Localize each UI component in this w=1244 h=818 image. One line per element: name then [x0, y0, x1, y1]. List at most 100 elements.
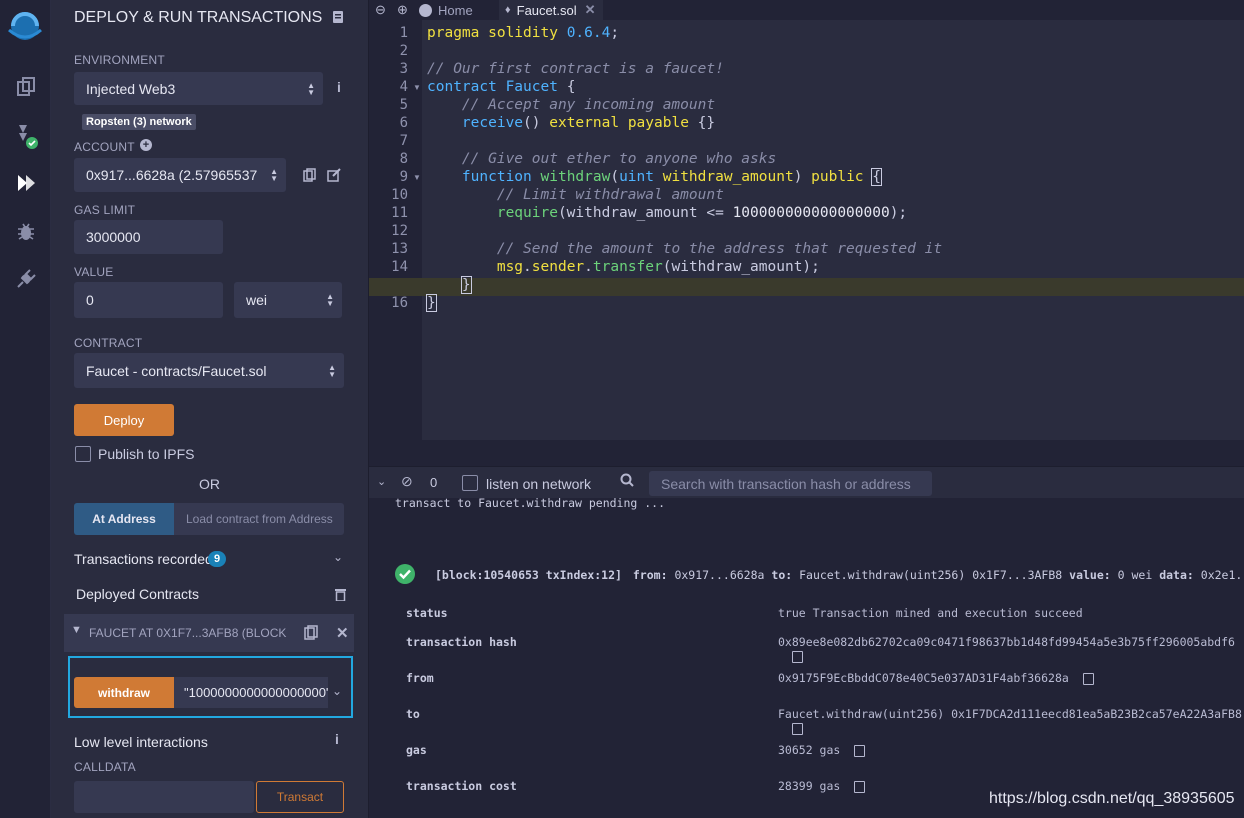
- plugin-manager-icon[interactable]: [13, 266, 39, 292]
- code-editor[interactable]: 12345678910111213141516 ▼ ▼ pragma solid…: [369, 20, 1244, 440]
- close-tab-icon[interactable]: ✕: [585, 2, 596, 18]
- line-number: 16: [391, 295, 408, 311]
- account-label: ACCOUNT: [74, 140, 135, 154]
- line-number: 14: [391, 259, 408, 275]
- fold-icon[interactable]: ▼: [413, 83, 421, 92]
- summary-from: 0x917...6628a: [674, 568, 765, 582]
- value-amount: 0: [86, 292, 94, 308]
- solidity-compiler-icon[interactable]: [13, 122, 39, 149]
- transaction-summary[interactable]: [block:10540653 txIndex:12] from: 0x917.…: [435, 568, 1244, 582]
- zoom-out-icon[interactable]: ⊖: [375, 2, 386, 18]
- copy-icon[interactable]: [792, 650, 803, 663]
- publish-ipfs-label: Publish to IPFS: [98, 446, 195, 462]
- environment-select[interactable]: Injected Web3 ▲ ▼: [74, 72, 323, 105]
- gas-limit-input[interactable]: 3000000: [74, 220, 223, 254]
- search-placeholder: Search with transaction hash or address: [661, 475, 911, 492]
- from-value: 0x9175F9EcBbddC078e40C5e037AD31F4abf3662…: [778, 671, 1069, 685]
- copy-address-icon[interactable]: [304, 625, 318, 644]
- select-arrows-icon: ▲ ▼: [328, 362, 336, 379]
- debugger-icon[interactable]: [13, 218, 39, 244]
- zoom-in-icon[interactable]: ⊕: [397, 2, 408, 18]
- collapse-terminal-icon[interactable]: ⌄: [377, 475, 386, 488]
- copy-icon[interactable]: [854, 744, 866, 757]
- row-key-from: from: [406, 671, 434, 685]
- line-number: 2: [399, 43, 408, 59]
- transactions-count-badge: 9: [208, 551, 226, 567]
- code-line-9: function withdraw(uint withdraw_amount) …: [461, 168, 882, 186]
- row-value-gas: 30652 gas: [778, 743, 866, 757]
- copy-icon[interactable]: [1082, 672, 1094, 685]
- tab-home[interactable]: Home: [419, 0, 499, 20]
- chevron-down-icon[interactable]: ⌄: [333, 550, 343, 564]
- value-input[interactable]: 0: [74, 282, 223, 318]
- terminal-output: transact to Faucet.withdraw pending ... …: [369, 496, 1244, 818]
- chevron-down-icon[interactable]: ⌄: [332, 684, 342, 698]
- documentation-icon[interactable]: [332, 10, 344, 28]
- line-number: 4: [399, 79, 408, 95]
- deploy-run-icon[interactable]: [13, 170, 39, 196]
- line-number: 11: [391, 205, 408, 221]
- summary-data: 0x2e1...a0000: [1200, 568, 1244, 582]
- fold-icon[interactable]: ▼: [413, 173, 421, 182]
- tab-home-label: Home: [438, 2, 473, 18]
- gas-limit-label: GAS LIMIT: [74, 203, 136, 217]
- withdraw-button[interactable]: withdraw: [74, 677, 174, 708]
- transaction-cost-value: 28399 gas: [778, 779, 841, 793]
- deploy-button[interactable]: Deploy: [74, 404, 174, 436]
- search-icon: [620, 473, 634, 491]
- value-unit-select[interactable]: wei ▲ ▼: [234, 282, 342, 318]
- info-icon[interactable]: i: [335, 731, 339, 747]
- contract-select[interactable]: Faucet - contracts/Faucet.sol ▲ ▼: [74, 353, 344, 388]
- transact-button[interactable]: Transact: [256, 781, 344, 813]
- account-value: 0x917...6628a (2.57965537: [86, 167, 258, 183]
- environment-value: Injected Web3: [86, 80, 176, 97]
- add-account-icon[interactable]: +: [140, 139, 152, 151]
- network-badge: Ropsten (3) network: [82, 114, 196, 130]
- listen-network-checkbox[interactable]: [462, 475, 478, 491]
- home-icon: [419, 3, 432, 17]
- info-icon[interactable]: i: [337, 79, 341, 95]
- code-line-14: msg.sender.transfer(withdraw_amount);: [496, 259, 820, 275]
- value-label: VALUE: [74, 265, 114, 279]
- row-value-transaction-hash: 0x89ee8e082db62702ca09c0471f98637bb1d48f…: [778, 635, 1244, 663]
- code-line-13: // Send the amount to the address that r…: [496, 241, 943, 257]
- line-number: 6: [399, 115, 408, 131]
- contract-label: CONTRACT: [74, 336, 143, 350]
- withdraw-amount-input[interactable]: "1000000000000000000": [174, 677, 328, 708]
- line-number: 8: [399, 151, 408, 167]
- editor-tab-bar: ⊖ ⊕ Home ♦ Faucet.sol ✕: [369, 0, 1244, 20]
- panel-title: DEPLOY & RUN TRANSACTIONS: [74, 9, 323, 26]
- gas-value: 30652 gas: [778, 743, 841, 757]
- transactions-recorded-label[interactable]: Transactions recorded: [74, 551, 213, 567]
- terminal-search-input[interactable]: Search with transaction hash or address: [649, 471, 932, 496]
- withdraw-amount-value: "1000000000000000000": [184, 685, 328, 700]
- pending-count: 0: [430, 475, 438, 490]
- close-icon[interactable]: ✕: [336, 624, 349, 642]
- line-number: 1: [399, 25, 408, 41]
- summary-value-label: value:: [1069, 568, 1111, 582]
- gas-limit-value: 3000000: [86, 229, 141, 245]
- copy-icon[interactable]: [792, 722, 803, 735]
- code-line-8: // Give out ether to anyone who asks: [461, 151, 777, 167]
- publish-ipfs-checkbox[interactable]: [75, 446, 91, 462]
- trash-icon[interactable]: [335, 588, 346, 605]
- load-contract-input[interactable]: Load contract from Address: [174, 503, 344, 535]
- copy-icon[interactable]: [854, 780, 866, 793]
- chevron-down-icon[interactable]: ▼: [71, 624, 82, 636]
- row-key-status: status: [406, 606, 448, 620]
- line-number: 9: [399, 169, 408, 185]
- summary-value: 0 wei: [1117, 568, 1153, 582]
- calldata-input[interactable]: [74, 781, 254, 813]
- active-line-highlight: [369, 278, 1244, 296]
- summary-from-label: from:: [632, 568, 668, 582]
- summary-to-label: to:: [771, 568, 793, 582]
- tab-faucet-sol[interactable]: ♦ Faucet.sol ✕: [499, 0, 603, 20]
- at-address-button[interactable]: At Address: [74, 503, 174, 535]
- account-select[interactable]: 0x917...6628a (2.57965537 ▲ ▼: [74, 158, 286, 192]
- copy-account-icon[interactable]: [303, 168, 316, 186]
- file-explorer-icon[interactable]: [13, 74, 39, 100]
- edit-account-icon[interactable]: [327, 168, 341, 186]
- clear-console-icon[interactable]: ⊘: [401, 473, 413, 490]
- remix-logo-icon[interactable]: [5, 6, 45, 46]
- contract-instance-label[interactable]: FAUCET AT 0X1F7...3AFB8 (BLOCKC: [89, 626, 287, 640]
